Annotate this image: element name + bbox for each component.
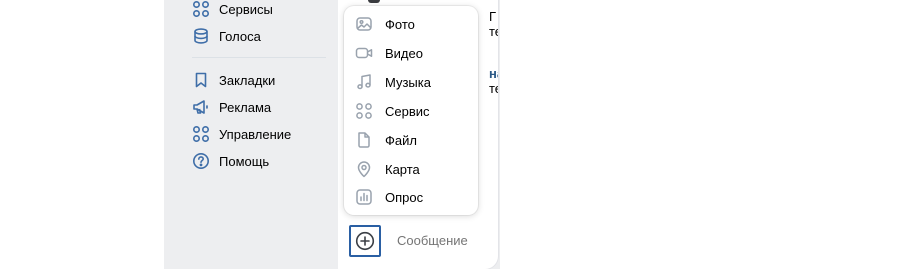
help-question-icon	[192, 152, 210, 170]
menu-item-poll[interactable]: Опрос	[344, 184, 478, 210]
votes-coins-icon	[192, 27, 210, 45]
menu-item-music[interactable]: Музыка	[344, 69, 478, 95]
menu-item-label: Музыка	[385, 74, 431, 90]
sidebar-item-bookmarks[interactable]: Закладки	[192, 69, 275, 91]
message-text-fragment: те	[489, 81, 498, 96]
sidebar-item-votes[interactable]: Голоса	[192, 25, 261, 47]
sidebar-item-label: Сервисы	[219, 1, 273, 17]
message-text-fragment: Г	[489, 9, 497, 24]
sidebar-item-label: Управление	[219, 126, 292, 142]
menu-item-video[interactable]: Видео	[344, 40, 478, 66]
menu-item-photo[interactable]: Фото	[344, 11, 478, 37]
manage-grid-icon	[192, 125, 210, 143]
menu-item-label: Фото	[385, 16, 415, 32]
menu-item-file[interactable]: Файл	[344, 127, 478, 153]
menu-item-map[interactable]: Карта	[344, 156, 478, 182]
menu-item-label: Опрос	[385, 189, 424, 205]
left-sidebar: Сервисы Голоса Закладки Реклама Управлен…	[164, 0, 338, 269]
video-icon	[355, 44, 373, 62]
message-text-fragment: те	[489, 24, 498, 39]
sidebar-item-services[interactable]: Сервисы	[192, 0, 273, 20]
poll-chart-icon	[355, 188, 373, 206]
message-input[interactable]	[397, 233, 497, 248]
service-grid-icon	[355, 102, 373, 120]
sidebar-item-ads[interactable]: Реклама	[192, 96, 271, 118]
file-icon	[355, 131, 373, 149]
attach-menu: Фото Видео Музыка Сервис Файл Карта Опро…	[344, 6, 478, 215]
menu-item-label: Видео	[385, 45, 423, 61]
map-pin-icon	[355, 160, 373, 178]
sidebar-divider	[192, 57, 326, 58]
menu-item-label: Карта	[385, 161, 420, 177]
services-grid-icon	[192, 0, 210, 18]
bookmark-icon	[192, 71, 210, 89]
music-icon	[355, 73, 373, 91]
plus-circle-icon	[355, 231, 375, 251]
menu-item-label: Файл	[385, 132, 417, 148]
sidebar-item-help[interactable]: Помощь	[192, 150, 269, 172]
attach-button[interactable]	[349, 225, 381, 257]
photo-icon	[355, 15, 373, 33]
camera-notch	[368, 0, 380, 3]
megaphone-icon	[192, 98, 210, 116]
sidebar-item-label: Закладки	[219, 72, 276, 88]
menu-item-label: Сервис	[385, 103, 430, 119]
sidebar-item-manage[interactable]: Управление	[192, 123, 291, 145]
sidebar-item-label: Реклама	[219, 99, 272, 115]
app-window: Сервисы Голоса Закладки Реклама Управлен…	[164, 0, 500, 269]
menu-item-service[interactable]: Сервис	[344, 98, 478, 124]
message-link-fragment[interactable]: на	[489, 66, 498, 81]
sidebar-item-label: Помощь	[219, 153, 270, 169]
sidebar-item-label: Голоса	[219, 28, 261, 44]
